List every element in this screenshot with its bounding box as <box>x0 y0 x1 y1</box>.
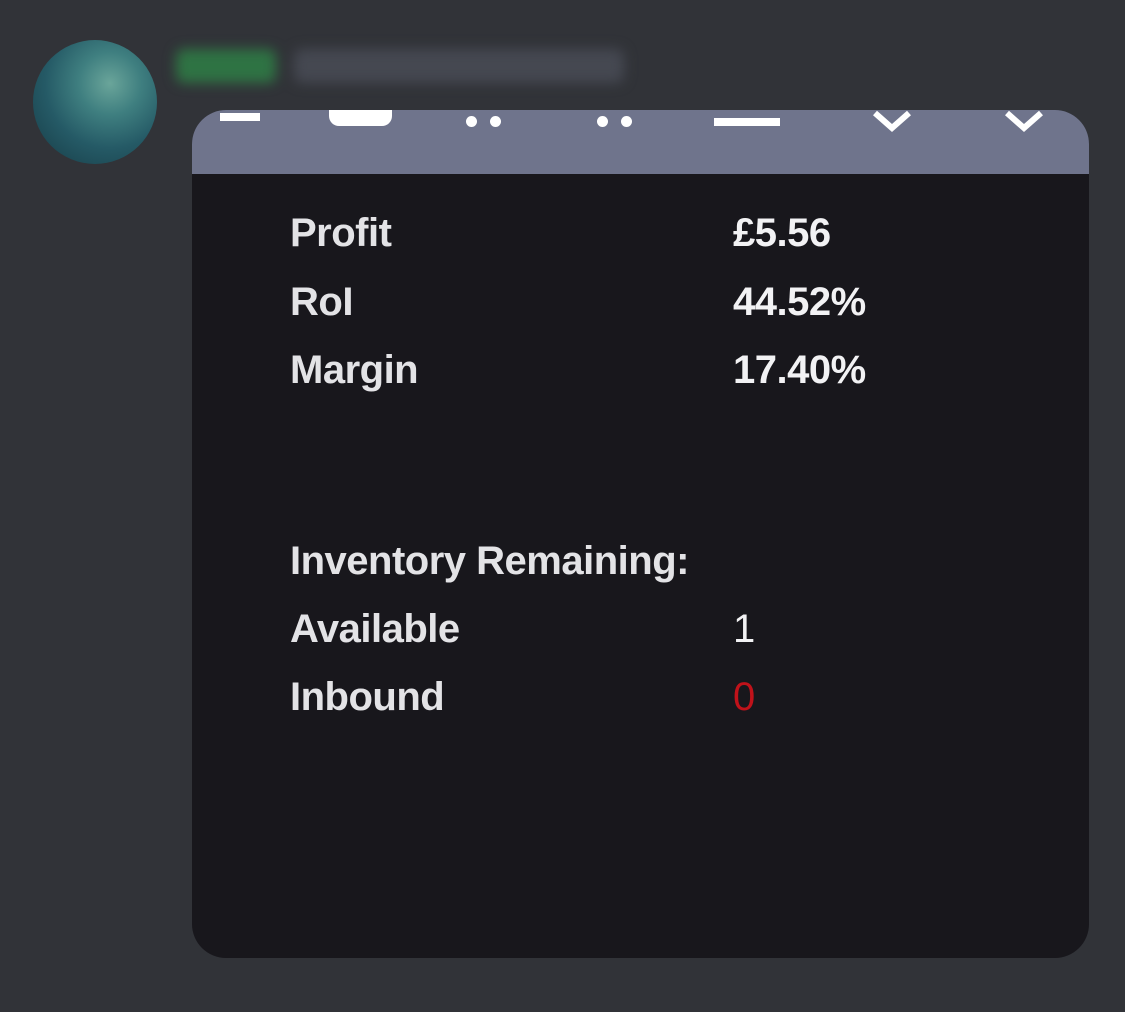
drag-dots-icon[interactable] <box>595 116 635 128</box>
tray-icon[interactable] <box>329 110 392 126</box>
chevron-down-icon[interactable] <box>872 110 912 132</box>
profit-label: Profit <box>290 211 392 255</box>
message-header <box>176 44 624 88</box>
dash-icon[interactable] <box>220 113 260 121</box>
available-value: 1 <box>733 607 755 651</box>
profit-value: £5.56 <box>733 211 831 255</box>
margin-label: Margin <box>290 348 419 392</box>
roi-label: RoI <box>290 280 353 324</box>
username-blurred[interactable] <box>176 49 276 83</box>
chevron-down-icon[interactable] <box>1004 110 1044 132</box>
roi-value: 44.52% <box>733 280 866 324</box>
toolbar <box>192 110 1089 174</box>
drag-dots-icon[interactable] <box>464 116 504 128</box>
inbound-label: Inbound <box>290 675 445 719</box>
minimize-icon[interactable] <box>714 118 780 126</box>
inventory-heading: Inventory Remaining: <box>290 539 689 583</box>
avatar[interactable] <box>33 40 157 164</box>
margin-value: 17.40% <box>733 348 866 392</box>
inbound-value: 0 <box>733 675 755 719</box>
timestamp-blurred <box>294 49 624 83</box>
image-attachment[interactable]: Profit £5.56 RoI 44.52% Margin 17.40% In… <box>192 110 1089 958</box>
available-label: Available <box>290 607 460 651</box>
